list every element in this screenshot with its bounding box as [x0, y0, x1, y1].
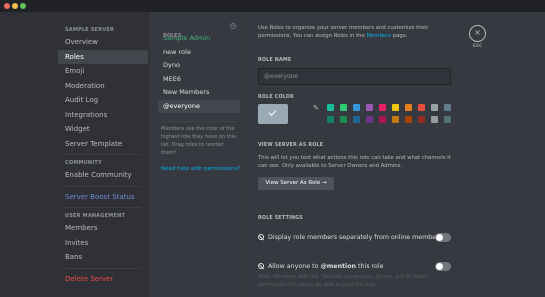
role-item-new-members[interactable]: New Members — [158, 86, 240, 100]
color-swatch[interactable] — [340, 104, 347, 111]
color-swatch[interactable] — [392, 116, 399, 123]
sidebar-item-server-template[interactable]: Server Template — [58, 137, 148, 152]
color-swatch[interactable] — [431, 116, 438, 123]
sidebar-item-widget[interactable]: Widget — [58, 122, 148, 137]
role-name-input[interactable]: @everyone — [258, 68, 451, 85]
intro-text-end: page. — [391, 33, 408, 39]
color-swatch[interactable] — [366, 116, 373, 123]
color-swatch[interactable] — [340, 116, 347, 123]
sidebar-item-members[interactable]: Members — [58, 221, 148, 236]
role-item-everyone[interactable]: @everyone — [158, 99, 240, 113]
color-picker-icon[interactable]: ✎ — [313, 104, 319, 112]
default-color-swatch[interactable] — [258, 104, 288, 124]
color-swatch[interactable] — [418, 104, 425, 111]
role-color-label: ROLE COLOR — [258, 95, 295, 100]
toggle-knob — [436, 263, 443, 270]
role-item-new-role[interactable]: new role — [158, 46, 240, 60]
section-header-server: SAMPLE SERVER — [65, 27, 115, 33]
section-header-community: COMMUNITY — [65, 160, 102, 166]
permissions-help-link[interactable]: Need help with permissions? — [158, 165, 240, 173]
color-swatch[interactable] — [405, 116, 412, 123]
color-swatch[interactable] — [444, 116, 451, 123]
mention-text-prefix: Allow anyone to — [268, 263, 321, 270]
role-name-label: ROLE NAME — [258, 58, 292, 63]
close-window-button[interactable] — [4, 3, 10, 9]
check-icon — [268, 108, 277, 116]
color-swatch[interactable] — [353, 104, 360, 111]
roles-title: ROLES — [163, 33, 182, 39]
sidebar-item-moderation[interactable]: Moderation — [58, 79, 148, 94]
ban-icon — [258, 263, 264, 269]
settings-sidebar: SAMPLE SERVER Overview Roles Emoji Moder… — [0, 12, 150, 297]
color-swatch[interactable] — [405, 104, 412, 111]
color-swatch[interactable] — [327, 104, 334, 111]
role-order-note: Members use the color of the highest rol… — [161, 126, 236, 156]
color-swatch[interactable] — [444, 104, 451, 111]
color-swatch[interactable] — [392, 104, 399, 111]
sidebar-item-roles[interactable]: Roles — [58, 49, 148, 64]
panel-separator — [246, 12, 247, 297]
mention-text-suffix: this role — [356, 263, 384, 270]
sidebar-item-invites[interactable]: Invites — [58, 236, 148, 251]
view-server-as-role-button[interactable]: View Server As Role → — [258, 177, 334, 190]
setting-allow-mention-label: Allow anyone to @mention this role — [268, 262, 383, 271]
sidebar-item-emoji[interactable]: Emoji — [58, 64, 148, 79]
roles-divider — [162, 121, 236, 122]
mention-text-bold: @mention — [320, 263, 357, 270]
title-bar — [0, 0, 545, 12]
section-divider — [258, 207, 451, 208]
sidebar-item-overview[interactable]: Overview — [58, 35, 148, 50]
sidebar-divider — [65, 185, 141, 187]
add-role-icon[interactable]: + — [230, 23, 236, 29]
role-settings-label: ROLE SETTINGS — [258, 216, 303, 221]
view-as-role-description: This will let you test what actions this… — [258, 155, 451, 169]
color-swatch[interactable] — [431, 104, 438, 111]
setting-display-separately-label: Display role members separately from onl… — [268, 234, 443, 241]
settings-nav: SAMPLE SERVER Overview Roles Emoji Moder… — [58, 22, 148, 286]
minimize-window-button[interactable] — [12, 3, 18, 9]
color-swatch[interactable] — [418, 116, 425, 123]
display-separately-toggle[interactable] — [435, 233, 451, 242]
roles-intro-text: Use Roles to organize your server member… — [258, 24, 458, 40]
sidebar-divider — [65, 267, 141, 269]
sidebar-divider — [65, 154, 141, 155]
sidebar-item-audit-log[interactable]: Audit Log — [58, 93, 148, 108]
color-swatch[interactable] — [327, 116, 334, 123]
color-swatch[interactable] — [353, 116, 360, 123]
close-settings-button[interactable]: × — [469, 25, 486, 42]
sidebar-divider — [65, 207, 141, 208]
section-header-user-management: USER MANAGEMENT — [65, 213, 126, 219]
toggle-knob — [436, 234, 443, 241]
role-intro: Use Roles to organize your server member… — [258, 24, 458, 40]
allow-mention-toggle[interactable] — [435, 262, 451, 271]
sidebar-item-enable-community[interactable]: Enable Community — [58, 168, 148, 183]
role-item-mee6[interactable]: MEE6 — [158, 73, 240, 87]
members-page-link[interactable]: Members — [366, 33, 391, 39]
roles-list-panel: ROLES + Sample Admin new role Dyno MEE6 … — [158, 22, 240, 173]
color-swatch[interactable] — [379, 116, 386, 123]
setting-display-separately: Display role members separately from onl… — [258, 233, 458, 243]
sidebar-item-delete-server[interactable]: Delete Server — [58, 272, 148, 287]
roles-header: ROLES + — [158, 22, 240, 39]
color-swatch[interactable] — [366, 104, 373, 111]
setting-allow-mention: Allow anyone to @mention this role — [258, 262, 458, 272]
mention-permission-note: Note: Members with the "Mention @everyon… — [258, 274, 430, 288]
color-swatch[interactable] — [379, 104, 386, 111]
ban-icon — [258, 234, 264, 240]
sidebar-item-boost-status[interactable]: Server Boost Status — [58, 190, 148, 205]
view-as-role-label: VIEW SERVER AS ROLE — [258, 143, 324, 148]
sidebar-item-integrations[interactable]: Integrations — [58, 108, 148, 123]
role-item-dyno[interactable]: Dyno — [158, 59, 240, 73]
sidebar-item-bans[interactable]: Bans — [58, 250, 148, 265]
esc-label: ESC — [472, 44, 483, 49]
maximize-window-button[interactable] — [20, 3, 26, 9]
